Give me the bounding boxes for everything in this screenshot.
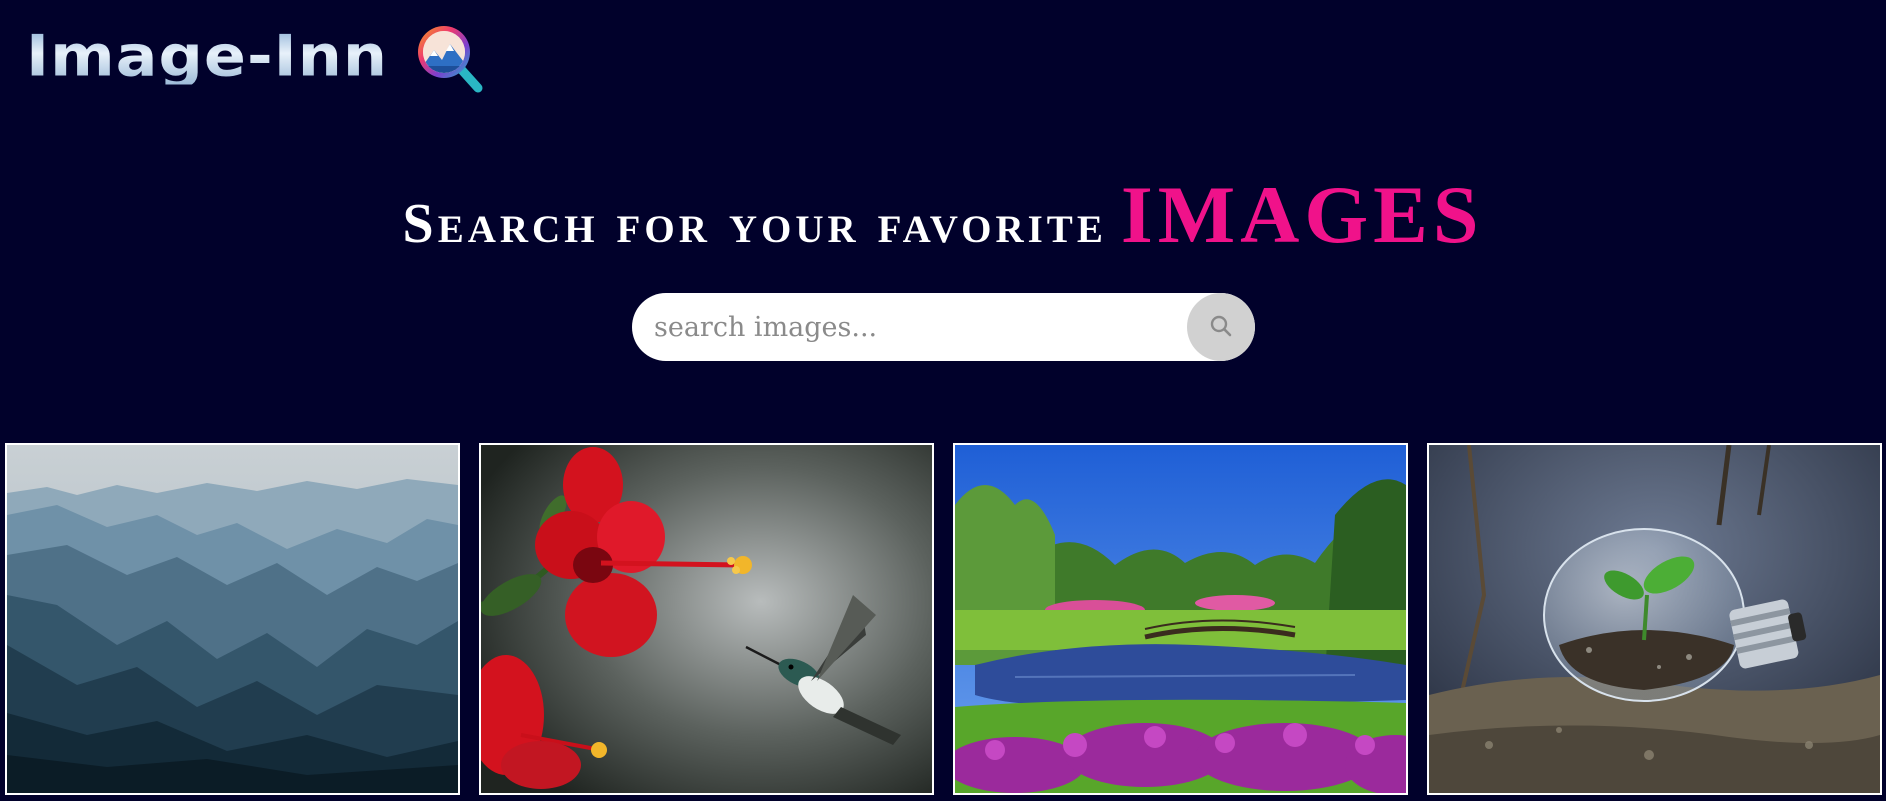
search-bar <box>632 293 1255 361</box>
gallery-image-card[interactable] <box>479 443 934 795</box>
gallery-image-card[interactable] <box>5 443 460 795</box>
gallery-image-card[interactable] <box>953 443 1408 795</box>
gallery-image-mountains <box>7 445 458 793</box>
gallery-image-park-pond <box>955 445 1406 793</box>
search-input[interactable] <box>632 293 1184 361</box>
search-icon <box>1209 314 1233 341</box>
logo-text: Image-Inn <box>26 21 389 90</box>
search-button[interactable] <box>1187 293 1255 361</box>
site-logo[interactable]: Image-Inn <box>26 16 490 96</box>
image-gallery <box>5 443 1882 795</box>
page-heading: Search for your favorite IMAGES <box>0 168 1886 262</box>
magnifier-mountain-logo-icon <box>410 18 490 98</box>
heading-lead-text: Search for your favorite <box>402 193 1107 255</box>
gallery-image-lightbulb <box>1429 445 1880 793</box>
gallery-image-hummingbird <box>481 445 932 793</box>
gallery-image-card[interactable] <box>1427 443 1882 795</box>
heading-accent-text: IMAGES <box>1120 169 1484 260</box>
